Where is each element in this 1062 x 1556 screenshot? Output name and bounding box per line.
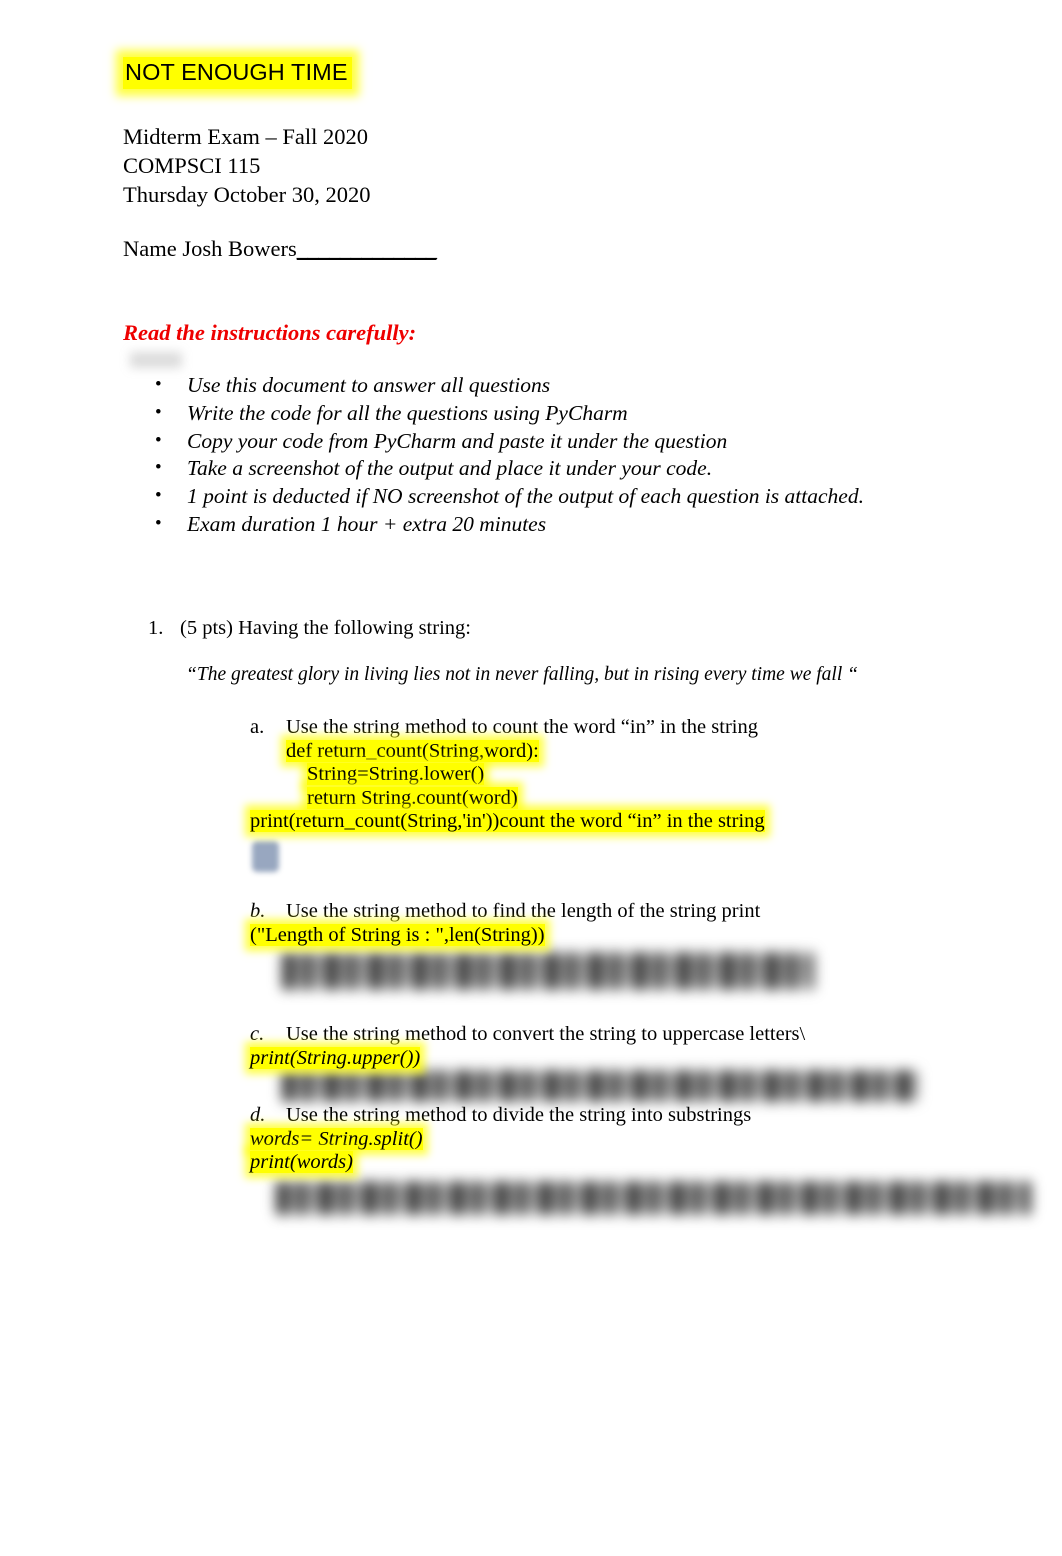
code-line: ("Length of String is : ",len(String)) — [250, 923, 1030, 948]
question-prompt: (5 pts) Having the following string: — [180, 617, 471, 639]
code-line: print(words) — [250, 1151, 1040, 1175]
highlighted-code: def return_count(String,word): — [286, 739, 539, 762]
bullet-icon: • — [155, 401, 162, 423]
instruction-text: Take a screenshot of the output and plac… — [187, 456, 713, 481]
code-line: print(return_count(String,'in'))count th… — [250, 810, 1030, 834]
document-title: NOT ENOUGH TIME — [123, 57, 352, 89]
list-item: • Write the code for all the questions u… — [150, 400, 940, 428]
list-item: • Exam duration 1 hour + extra 20 minute… — [150, 511, 940, 539]
student-name-line: Name Josh Bowers_____________ — [123, 236, 437, 262]
instruction-text: Copy your code from PyCharm and paste it… — [187, 428, 728, 453]
document-page: NOT ENOUGH TIME Midterm Exam – Fall 2020… — [0, 0, 1062, 1556]
part-body: Use the string method to find the length… — [250, 900, 1030, 947]
part-body: Use the string method to count the word … — [250, 716, 1030, 834]
output-screenshot-b — [282, 952, 814, 990]
header-line-date: Thursday October 30, 2020 — [123, 182, 371, 207]
question-1-part-b: b. Use the string method to find the len… — [250, 900, 1030, 947]
instruction-text: Write the code for all the questions usi… — [187, 400, 628, 425]
part-prompt: Use the string method to divide the stri… — [286, 1104, 752, 1126]
header-line-course: COMPSCI 115 — [123, 153, 261, 178]
part-letter: b. — [250, 900, 266, 922]
part-letter: c. — [250, 1023, 265, 1045]
code-line: return String.count(word) — [286, 786, 1030, 811]
instructions-list: • Use this document to answer all questi… — [150, 372, 940, 539]
list-item: • Use this document to answer all questi… — [150, 372, 940, 400]
list-item: • Take a screenshot of the output and pl… — [150, 455, 940, 483]
code-line: String=String.lower() — [286, 763, 1030, 787]
part-letter: a. — [250, 716, 265, 738]
instruction-text: Exam duration 1 hour + extra 20 minutes — [187, 511, 547, 536]
instruction-text: Use this document to answer all question… — [187, 373, 551, 397]
code-line: def return_count(String,word): — [286, 739, 1030, 764]
part-prompt: Use the string method to count the word … — [286, 716, 758, 738]
name-blank: _____________ — [296, 236, 437, 261]
output-screenshot-d — [276, 1181, 1031, 1215]
question-1-part-a: a. Use the string method to count the wo… — [250, 716, 1030, 834]
bullet-icon: • — [155, 512, 162, 534]
highlight-smudge-artifact — [130, 352, 182, 368]
question-1-part-c: c. Use the string method to convert the … — [250, 1023, 1040, 1070]
instructions-heading: Read the instructions carefully: — [123, 320, 417, 345]
highlighted-code: String=String.lower() — [307, 763, 485, 785]
bullet-icon: • — [155, 374, 162, 395]
header-line-exam: Midterm Exam – Fall 2020 — [123, 124, 368, 149]
part-prompt: Use the string method to convert the str… — [286, 1023, 806, 1045]
cursor-artifact — [252, 841, 279, 872]
highlighted-code: print(return_count(String,'in'))count th… — [250, 810, 765, 832]
bullet-icon: • — [155, 485, 162, 507]
highlighted-code: print(words) — [250, 1151, 353, 1173]
part-letter: d. — [250, 1104, 266, 1126]
question-1-quote: “The greatest glory in living lies not i… — [186, 664, 858, 685]
instruction-text: 1 point is deducted if NO screenshot of … — [187, 484, 864, 509]
part-body: Use the string method to divide the stri… — [250, 1104, 1040, 1175]
question-1-part-d: d. Use the string method to divide the s… — [250, 1104, 1040, 1175]
code-line: words= String.split() — [250, 1127, 1040, 1152]
part-body: Use the string method to convert the str… — [250, 1023, 1040, 1070]
highlighted-code: print(String.upper()) — [250, 1046, 421, 1069]
question-number: 1. — [148, 617, 164, 639]
highlighted-code: ("Length of String is : ",len(String)) — [250, 923, 545, 946]
output-screenshot-c — [282, 1070, 918, 1102]
part-prompt: Use the string method to find the length… — [286, 900, 761, 922]
highlighted-code: return String.count(word) — [307, 786, 518, 809]
bullet-icon: • — [155, 429, 162, 451]
question-1-heading: 1. (5 pts) Having the following string: — [148, 617, 471, 640]
exam-header: Midterm Exam – Fall 2020 COMPSCI 115 Thu… — [123, 122, 370, 209]
highlighted-code: words= String.split() — [250, 1127, 423, 1150]
code-line: print(String.upper()) — [250, 1046, 1040, 1071]
list-item: • Copy your code from PyCharm and paste … — [150, 428, 940, 456]
list-item: • 1 point is deducted if NO screenshot o… — [150, 483, 940, 511]
student-name: Name Josh Bowers — [123, 236, 297, 261]
bullet-icon: • — [155, 457, 162, 479]
